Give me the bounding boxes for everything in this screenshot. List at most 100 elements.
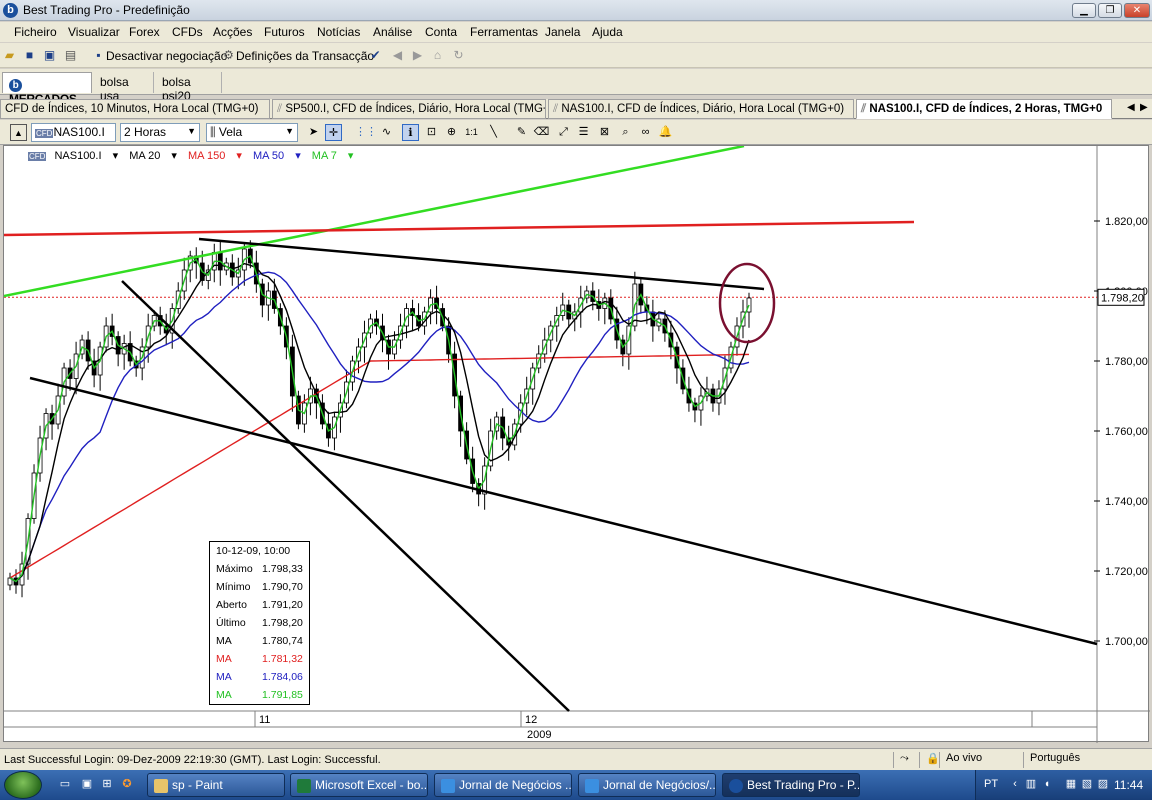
tray-app-icon[interactable]: ▦: [1064, 777, 1078, 791]
menu-futuros[interactable]: Futuros: [264, 25, 305, 39]
legend-ma20[interactable]: MA 20 ▾: [129, 150, 177, 162]
pointer-icon[interactable]: ➤: [305, 124, 322, 141]
tray-app-icon[interactable]: ▨: [1096, 777, 1110, 791]
legend-ma50[interactable]: MA 50 ▾: [253, 150, 301, 162]
info-row-label: Aberto: [216, 599, 247, 611]
tab-bolsa-psi20[interactable]: bolsa psi20: [156, 72, 222, 103]
tray-expand-icon[interactable]: ‹: [1008, 777, 1022, 791]
home-icon[interactable]: ⌂: [430, 48, 445, 63]
quick-launch-icon[interactable]: ▣: [80, 777, 94, 791]
deactivate-trading-button[interactable]: Desactivar negociação: [106, 49, 227, 63]
chart-type-select[interactable]: ⫼ Vela ▼: [206, 123, 298, 142]
line-tool-icon[interactable]: ╲: [485, 124, 502, 141]
x-tick-label: 12: [525, 714, 537, 726]
open-folder-icon[interactable]: ▰: [2, 48, 17, 63]
workspace-tabs: bMERCADOS bolsa usa bolsa psi20: [0, 69, 1152, 106]
maximize-button[interactable]: ❐: [1098, 3, 1122, 18]
menu-ajuda[interactable]: Ajuda: [592, 25, 623, 39]
quick-launch-icon[interactable]: ✪: [120, 777, 134, 791]
tab-bolsa-usa[interactable]: bolsa usa: [94, 72, 154, 103]
menu-cfds[interactable]: CFDs: [172, 25, 203, 39]
language-status[interactable]: Português: [1023, 752, 1123, 768]
show-desktop-icon[interactable]: ▭: [58, 777, 72, 791]
quick-launch-icon[interactable]: ⊞: [100, 777, 114, 791]
chart-panel[interactable]: 1.820,001.800,001.780,001.760,001.740,00…: [3, 145, 1150, 743]
start-button[interactable]: [4, 771, 42, 799]
tab-mercados[interactable]: bMERCADOS: [2, 72, 92, 106]
task-excel[interactable]: Microsoft Excel - bo...: [290, 773, 428, 797]
info-row: Aberto 1.791,20: [216, 599, 308, 617]
pencil-icon[interactable]: ✎: [513, 124, 530, 141]
collapse-up-icon[interactable]: ▲: [10, 124, 27, 141]
minimize-button[interactable]: ▁: [1072, 3, 1096, 18]
legend-ma7-label: MA 7: [311, 150, 337, 162]
legend-ma150[interactable]: MA 150 ▾: [188, 150, 242, 162]
tab-scroll-right-icon[interactable]: ▶: [1140, 102, 1148, 113]
menu-ficheiro[interactable]: Ficheiro: [14, 25, 57, 39]
info-icon[interactable]: ℹ: [402, 124, 419, 141]
zoom-area-icon[interactable]: ⊡: [423, 124, 440, 141]
status-bar: Last Successful Login: 09-Dez-2009 22:19…: [0, 748, 1152, 770]
mercados-logo-icon: b: [9, 79, 22, 92]
tab-chart-3[interactable]: ⫽ NAS100.I, CFD de Índices, Diário, Hora…: [548, 99, 854, 119]
volume-icon[interactable]: ◖: [1040, 777, 1054, 791]
expand-icon[interactable]: ⤢: [555, 124, 572, 141]
print-icon[interactable]: ▤: [63, 48, 78, 63]
symbol-badge-icon: CFD: [35, 129, 54, 138]
chart-tabs: CFD de Índices, 10 Minutos, Hora Local (…: [0, 99, 1152, 119]
legend-symbol[interactable]: CFD NAS100.I ▾: [28, 150, 118, 162]
task-jornal-1[interactable]: Jornal de Negócios ...: [434, 773, 572, 797]
symbol-input[interactable]: CFDNAS100.I: [31, 123, 116, 142]
transaction-settings-icon[interactable]: ⚙: [221, 48, 236, 63]
transaction-settings-button[interactable]: Definições da Transacção: [236, 49, 374, 63]
tab-chart-1[interactable]: CFD de Índices, 10 Minutos, Hora Local (…: [0, 99, 270, 119]
tab-chart-2[interactable]: ⫽ SP500.I, CFD de Índices, Diário, Hora …: [272, 99, 546, 119]
menu-analise[interactable]: Análise: [373, 25, 412, 39]
timeframe-select[interactable]: 2 Horas ▼: [120, 123, 200, 142]
link-icon[interactable]: ∞: [637, 124, 654, 141]
task-paint[interactable]: sp - Paint: [147, 773, 285, 797]
deactivate-trading-icon[interactable]: ▪: [91, 48, 106, 63]
grid-icon[interactable]: ⋮⋮: [355, 124, 377, 141]
task-jornal-2[interactable]: Jornal de Negócios/...: [578, 773, 716, 797]
save-icon[interactable]: ■: [22, 48, 37, 63]
system-tray: PT ‹ ▥ ◖ ▦ ▧ ▨ 11:44: [975, 770, 1152, 800]
network-icon[interactable]: ▥: [1024, 777, 1038, 791]
info-row: Mínimo 1.790,70: [216, 581, 308, 599]
tab-chart-4[interactable]: ⫽ NAS100.I, CFD de Índices, 2 Horas, TMG…: [856, 99, 1112, 119]
crosshair-icon[interactable]: ✛: [325, 124, 342, 141]
language-indicator[interactable]: PT: [984, 778, 998, 790]
remove-icon[interactable]: ⊠: [596, 124, 613, 141]
checkmark-icon[interactable]: ✔: [368, 48, 383, 63]
forward-circle-icon[interactable]: ▶: [410, 48, 425, 63]
menu-janela[interactable]: Janela: [545, 25, 580, 39]
chart-type-value: Vela: [218, 125, 243, 139]
menu-forex[interactable]: Forex: [129, 25, 160, 39]
menu-accoes[interactable]: Acções: [213, 25, 252, 39]
back-circle-icon[interactable]: ◀: [390, 48, 405, 63]
task-best-trading[interactable]: Best Trading Pro - P...: [722, 773, 860, 797]
y-tick-label: 1.820,00: [1105, 216, 1148, 228]
close-button[interactable]: ✕: [1124, 3, 1150, 18]
alert-bell-icon[interactable]: 🔔: [657, 124, 674, 141]
menu-ferramentas[interactable]: Ferramentas: [470, 25, 538, 39]
properties-icon[interactable]: ☰: [575, 124, 592, 141]
info-row-label: Último: [216, 617, 246, 629]
price-chart[interactable]: 1.820,001.800,001.780,001.760,001.740,00…: [4, 146, 1150, 743]
search-chart-icon[interactable]: ⌕: [617, 124, 634, 141]
zoom-icon[interactable]: ⊕: [443, 124, 460, 141]
save-all-icon[interactable]: ▣: [42, 48, 57, 63]
legend-ma7[interactable]: MA 7 ▾: [312, 150, 354, 162]
info-row-value: 1.790,70: [262, 581, 303, 593]
connection-icon[interactable]: ⤳: [893, 752, 919, 768]
tab-scroll-left-icon[interactable]: ◀: [1127, 102, 1135, 113]
menu-noticias[interactable]: Notícias: [317, 25, 360, 39]
one-to-one-icon[interactable]: 1:1: [463, 124, 480, 141]
refresh-icon[interactable]: ↻: [451, 48, 466, 63]
menu-visualizar[interactable]: Visualizar: [68, 25, 120, 39]
indicator-icon[interactable]: ∿: [378, 124, 395, 141]
chart-legend: CFD NAS100.I ▾ MA 20 ▾ MA 150 ▾ MA 50 ▾ M…: [28, 149, 361, 163]
menu-conta[interactable]: Conta: [425, 25, 457, 39]
tray-app-icon[interactable]: ▧: [1080, 777, 1094, 791]
eraser-icon[interactable]: ⌫: [533, 124, 550, 141]
